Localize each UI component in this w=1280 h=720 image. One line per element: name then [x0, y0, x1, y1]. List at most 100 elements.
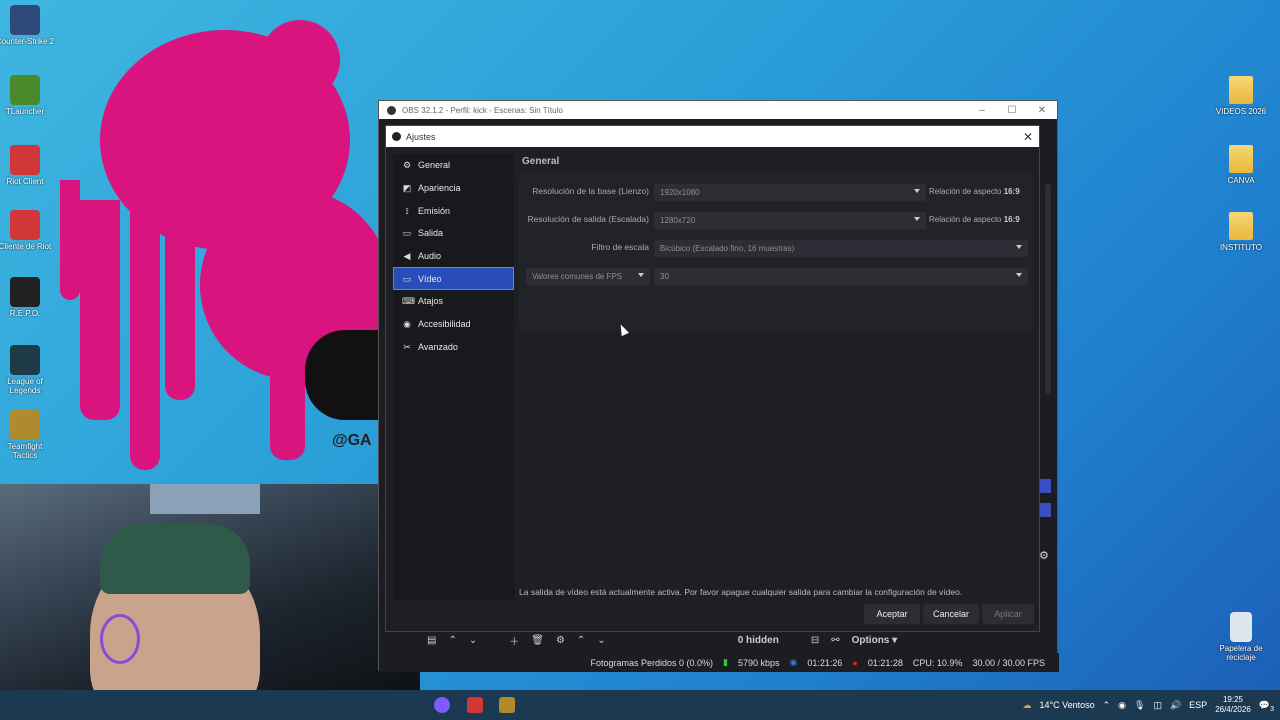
obs-window-title: OBS 32.1.2 - Perfil: kick - Escenas: Sin…: [402, 105, 563, 115]
sidebar-item-general[interactable]: ⚙ General: [393, 154, 514, 177]
output-icon: ▭: [402, 228, 412, 239]
settings-gear-icon[interactable]: ⚙: [1039, 549, 1049, 562]
accessibility-icon: ◉: [403, 319, 411, 330]
move-down-icon[interactable]: ⌄: [469, 635, 477, 646]
maximize-button[interactable]: ☐: [997, 105, 1027, 116]
notification-icon[interactable]: 💬 3: [1259, 700, 1274, 713]
record-icon: ●: [852, 657, 858, 668]
base-res-combo[interactable]: 1920x1080: [654, 184, 926, 201]
close-icon[interactable]: ✕: [1017, 130, 1039, 144]
fps-readout: 30.00 / 30.00 FPS: [972, 657, 1045, 668]
output-res-label: Resolución de salida (Escalada): [527, 214, 649, 224]
system-tray: ☁ 14°C Ventoso ⌃ ◉ 🎙 ◫ 🔊 ESP 19:25 26/4/…: [1022, 690, 1280, 720]
obs-titlebar: OBS 32.1.2 - Perfil: kick - Escenas: Sin…: [379, 101, 1057, 119]
video-active-notice: La salida de vídeo está actualmente acti…: [519, 587, 963, 597]
sidebar-item-salida[interactable]: ▭ Salida: [393, 222, 514, 245]
chevron-down-icon: [914, 217, 920, 221]
scale-filter-combo[interactable]: Bicúbico (Escalado fino, 16 muestras): [654, 240, 1028, 257]
hidden-count: 0 hidden: [737, 634, 779, 646]
desktop-folder-instituto[interactable]: INSTITUTO: [1211, 212, 1271, 253]
signal-icon: ▮: [723, 657, 728, 667]
keyboard-icon: ⌨: [402, 296, 415, 307]
palette-icon: ◩: [402, 183, 412, 194]
dock-button[interactable]: [1039, 503, 1051, 517]
clock[interactable]: 19:25 26/4/2026: [1215, 695, 1251, 714]
cpu-usage: CPU: 10.9%: [912, 657, 963, 668]
sidebar-item-accesibilidad[interactable]: ◉ Accesibilidad: [393, 313, 514, 336]
volume-icon[interactable]: 🔊: [1170, 700, 1181, 711]
obs-logo-icon: [387, 105, 396, 115]
fps-type-combo[interactable]: Valores comunes de FPS: [526, 268, 650, 285]
delete-icon[interactable]: 🗑: [531, 635, 544, 646]
taskbar: ☁ 14°C Ventoso ⌃ ◉ 🎙 ◫ 🔊 ESP 19:25 26/4/…: [0, 690, 1280, 720]
network-icon[interactable]: ◫: [1153, 700, 1162, 711]
mixer-icon[interactable]: ⊟: [811, 635, 819, 646]
monitor-icon: ▭: [402, 273, 412, 284]
language-indicator[interactable]: ESP: [1189, 700, 1207, 710]
obs-dock-toolbar: ▤ ⌃ ⌄ ＋ 🗑 ⚙ ⌃ ⌄ 0 hidden ⊟ ⚯ Options ▾: [421, 631, 1051, 649]
obs-statusbar: Fotogramas Perdidos 0 (0.0%) ▮ 5790 kbps…: [379, 653, 1059, 672]
close-button[interactable]: ✕: [1027, 105, 1057, 116]
move-up-icon[interactable]: ⌃: [448, 635, 456, 646]
desktop-icon-cliente-riot[interactable]: Cliente de Riot: [0, 210, 55, 252]
cancel-button[interactable]: Cancelar: [923, 604, 979, 624]
settings-titlebar: Ajustes ✕: [386, 126, 1039, 147]
obs-tray-icon[interactable]: ◉: [1118, 700, 1126, 711]
output-res-combo[interactable]: 1280x720: [654, 212, 926, 229]
move-down-icon[interactable]: ⌄: [597, 635, 605, 646]
desktop-icon-lol[interactable]: League of Legends: [0, 345, 55, 396]
record-time: 01:21:28: [867, 657, 903, 668]
desktop-icon-cs2[interactable]: Counter-Strike 2: [0, 5, 55, 47]
weather-text[interactable]: 14°C Ventoso: [1039, 700, 1094, 710]
desktop-icon-tlauncher[interactable]: TLauncher: [0, 75, 55, 117]
pink-paint-artwork: @GA: [60, 0, 390, 470]
recycle-bin-icon[interactable]: Papelera de reciclaje: [1211, 612, 1271, 663]
sidebar-item-atajos[interactable]: ⌨ Atajos: [393, 290, 514, 313]
add-source-icon[interactable]: ＋: [509, 633, 519, 648]
dock-button[interactable]: [1039, 479, 1051, 493]
antenna-icon: ⟟: [405, 205, 409, 216]
speaker-icon: ◀: [403, 251, 411, 262]
taskbar-app-riot[interactable]: [467, 697, 483, 713]
filter-icon[interactable]: ▤: [427, 635, 436, 646]
sidebar-item-emision[interactable]: ⟟ Emisión: [393, 199, 514, 222]
options-button[interactable]: Options ▾: [852, 635, 898, 646]
settings-title: Ajustes: [406, 131, 436, 142]
base-aspect-ratio: Relación de aspecto 16:9: [929, 187, 1020, 196]
dropped-frames: Fotogramas Perdidos 0 (0.0%): [590, 657, 714, 668]
fps-value-combo[interactable]: 30: [654, 268, 1028, 285]
desktop-folder-canva[interactable]: CANVA: [1211, 145, 1271, 186]
transition-icon[interactable]: ⚯: [831, 635, 839, 646]
desktop-icon-riot-client[interactable]: Riot Client: [0, 145, 55, 187]
chevron-down-icon: [914, 189, 920, 193]
obs-logo-icon: [392, 132, 401, 141]
mic-icon[interactable]: 🎙: [1134, 700, 1145, 711]
desktop-folder-videos[interactable]: VIDEOS 2026: [1211, 76, 1271, 117]
desktop-icon-repo[interactable]: R.E.P.O.: [0, 277, 55, 319]
move-up-icon[interactable]: ⌃: [577, 635, 585, 646]
accept-button[interactable]: Aceptar: [864, 604, 920, 624]
scrollbar[interactable]: [1045, 184, 1051, 394]
video-general-section: Resolución de la base (Lienzo) 1920x1080…: [519, 174, 1033, 330]
apply-button[interactable]: Aplicar: [982, 604, 1034, 624]
dock-side-buttons: [1039, 479, 1055, 527]
taskbar-app-lol[interactable]: [499, 697, 515, 713]
minimize-button[interactable]: –: [967, 105, 997, 116]
stream-icon: ◉: [789, 657, 798, 667]
sidebar-item-avanzado[interactable]: ✂ Avanzado: [393, 336, 514, 359]
chevron-down-icon: [638, 273, 644, 277]
desktop-icon-tft[interactable]: Teamfight Tactics: [0, 410, 55, 461]
gear-icon[interactable]: ⚙: [556, 635, 565, 646]
scale-filter-label: Filtro de escala: [591, 242, 649, 252]
sidebar-item-video[interactable]: ▭ Vídeo: [393, 267, 514, 291]
settings-sidebar: ⚙ General ◩ Apariencia ⟟ Emisión ▭ Salida ◀ A…: [393, 154, 514, 600]
sidebar-item-audio[interactable]: ◀ Audio: [393, 245, 514, 268]
sidebar-item-apariencia[interactable]: ◩ Apariencia: [393, 177, 514, 200]
chevron-up-icon[interactable]: ⌃: [1103, 700, 1111, 711]
gear-icon: ⚙: [402, 160, 412, 171]
chevron-down-icon: [1016, 245, 1022, 249]
taskbar-app-discord[interactable]: [434, 697, 450, 713]
chevron-down-icon: [1016, 273, 1022, 277]
graffiti-tag: @GA: [332, 432, 372, 449]
section-title: General: [522, 156, 560, 167]
